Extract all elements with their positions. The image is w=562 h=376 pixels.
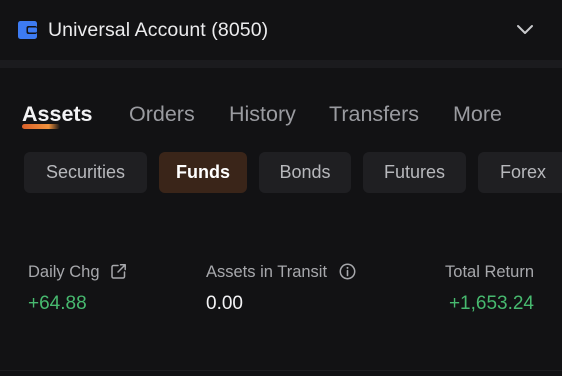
share-icon[interactable] bbox=[110, 263, 127, 280]
assets-in-transit-label: Assets in Transit bbox=[206, 263, 328, 281]
wallet-icon bbox=[18, 21, 37, 39]
account-header[interactable]: Universal Account (8050) bbox=[0, 0, 562, 60]
daily-chg-label: Daily Chg bbox=[28, 263, 100, 281]
subtab-securities[interactable]: Securities bbox=[24, 152, 147, 193]
subtab-futures[interactable]: Futures bbox=[363, 152, 466, 193]
total-return-label: Total Return bbox=[445, 263, 534, 281]
chevron-down-icon[interactable] bbox=[515, 21, 535, 39]
subtab-bonds[interactable]: Bonds bbox=[259, 152, 351, 193]
assets-in-transit-value: 0.00 bbox=[206, 293, 243, 314]
bottom-divider bbox=[0, 370, 562, 371]
tab-transfers[interactable]: Transfers bbox=[329, 98, 419, 130]
active-tab-indicator bbox=[22, 124, 60, 129]
section-divider bbox=[0, 60, 562, 68]
main-tab-bar: Assets Orders History Transfers More bbox=[0, 98, 562, 138]
subtab-forex[interactable]: Forex bbox=[478, 152, 562, 193]
info-icon[interactable] bbox=[339, 263, 356, 280]
tab-history[interactable]: History bbox=[229, 98, 296, 130]
subtab-funds[interactable]: Funds bbox=[159, 152, 247, 193]
total-return-value: +1,653.24 bbox=[448, 293, 534, 314]
account-name: Universal Account (8050) bbox=[48, 19, 269, 41]
tab-more[interactable]: More bbox=[453, 98, 502, 130]
daily-chg-value: +64.88 bbox=[28, 293, 87, 314]
account-assets-screen: Universal Account (8050) Assets Orders H… bbox=[0, 0, 562, 376]
tab-orders[interactable]: Orders bbox=[129, 98, 195, 130]
